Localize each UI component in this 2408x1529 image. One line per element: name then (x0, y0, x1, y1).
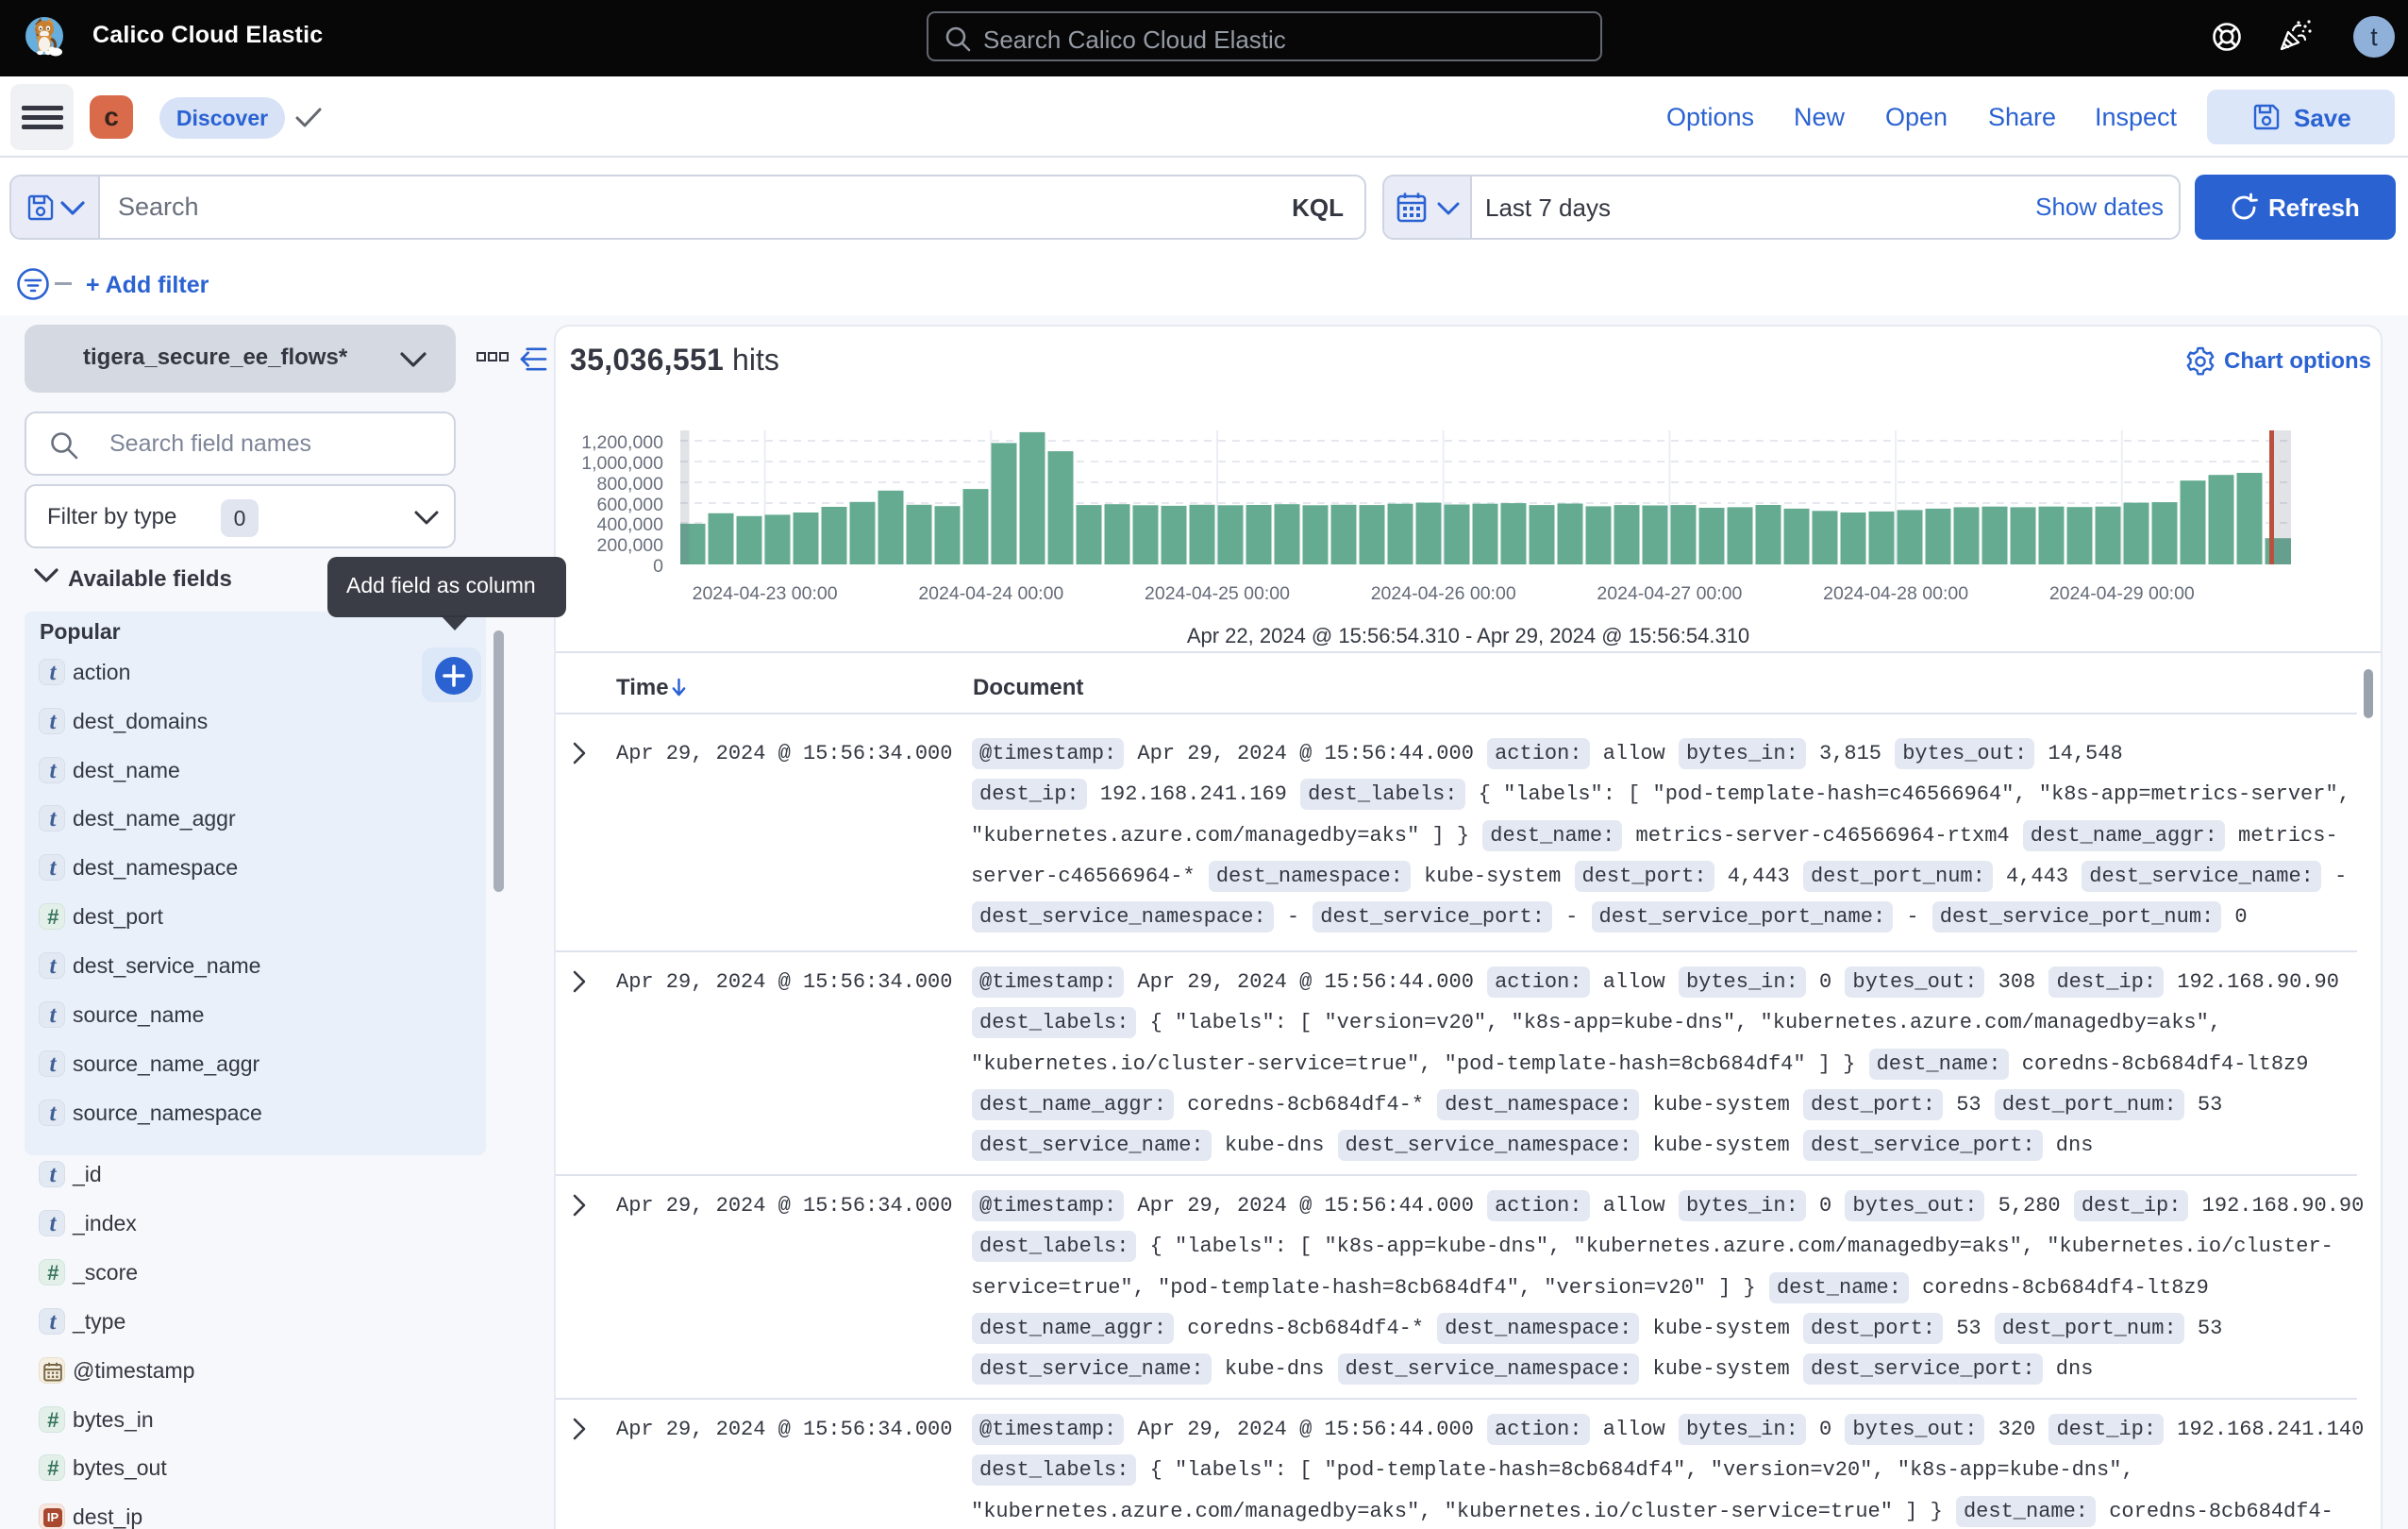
svg-text:200,000: 200,000 (597, 535, 664, 556)
svg-text:Apr 22, 2024 @ 15:56:54.310 -: Apr 22, 2024 @ 15:56:54.310 - Apr 29, 20… (1187, 624, 1749, 647)
svg-text:2024-04-26 00:00: 2024-04-26 00:00 (1371, 583, 1516, 604)
svg-text:2024-04-23 00:00: 2024-04-23 00:00 (693, 583, 838, 604)
svg-text:1,000,000: 1,000,000 (581, 453, 663, 474)
svg-text:800,000: 800,000 (597, 474, 664, 495)
svg-text:400,000: 400,000 (597, 514, 664, 535)
svg-text:1,200,000: 1,200,000 (581, 432, 663, 453)
svg-text:2024-04-27 00:00: 2024-04-27 00:00 (1597, 583, 1742, 604)
svg-text:2024-04-29 00:00: 2024-04-29 00:00 (2049, 583, 2195, 604)
svg-text:600,000: 600,000 (597, 495, 664, 515)
svg-text:2024-04-24 00:00: 2024-04-24 00:00 (918, 583, 1063, 604)
svg-text:0: 0 (653, 556, 663, 577)
svg-text:2024-04-28 00:00: 2024-04-28 00:00 (1823, 583, 1968, 604)
svg-text:2024-04-25 00:00: 2024-04-25 00:00 (1145, 583, 1290, 604)
